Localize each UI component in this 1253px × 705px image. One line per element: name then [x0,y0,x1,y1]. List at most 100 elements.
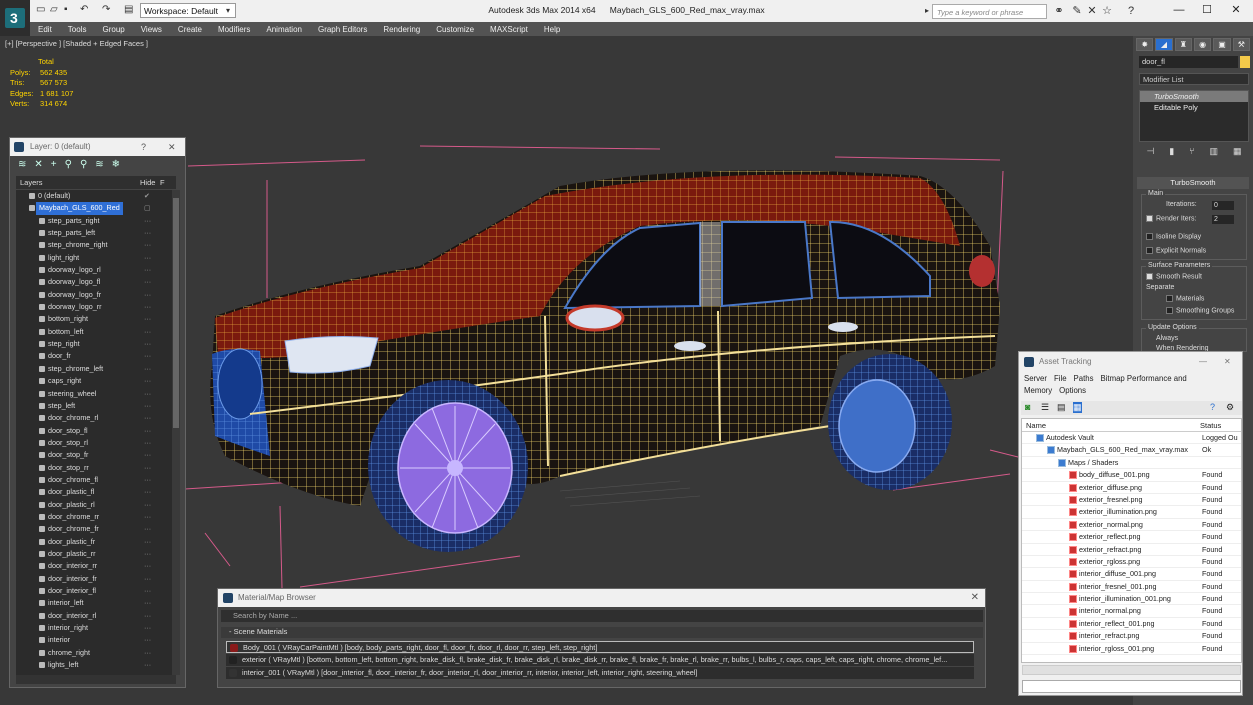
asset-row[interactable]: interior_fresnel_001.png Found [1022,581,1241,594]
layer-horizontal-scrollbar[interactable] [16,675,176,684]
hide-toggle-icon[interactable]: ··· [144,523,151,535]
scene-materials-category[interactable]: - Scene Materials [221,627,983,638]
layer-object-row[interactable]: doorway_logo_rl ··· [16,264,172,276]
hide-all-icon[interactable]: ≋ [95,159,103,171]
object-name-field[interactable]: door_fl [1139,56,1238,68]
rollout-turbosmooth[interactable]: TurboSmooth [1137,177,1249,189]
menu-animation[interactable]: Animation [258,25,310,34]
minimize-button[interactable]: — [1165,2,1193,18]
asset-minimize-button[interactable]: — [1199,352,1207,371]
layer-object-row[interactable]: door_chrome_rr ··· [16,511,172,523]
column-status[interactable]: Status [1200,421,1221,430]
save-file-icon[interactable]: ▪ [64,4,68,18]
hide-toggle-icon[interactable]: ··· [144,326,151,338]
menu-modifiers[interactable]: Modifiers [210,25,258,34]
asset-menu-bitmap-performance-and-memory[interactable]: Bitmap Performance and Memory [1024,374,1187,395]
layer-row[interactable]: Maybach_GLS_600_Red ▢ [16,202,172,215]
layer-close-button[interactable]: ✕ [168,138,176,156]
layer-scroll-thumb[interactable] [173,198,179,428]
layer-object-row[interactable]: doorway_logo_fl ··· [16,276,172,288]
delete-layer-icon[interactable]: ✕ [34,159,42,171]
menu-help[interactable]: Help [536,25,568,34]
make-unique-icon[interactable]: ⑂ [1189,146,1194,160]
chevron-down-icon[interactable]: ▾ [226,6,230,20]
detail-view-icon[interactable]: ▤ [1057,402,1066,413]
always-radio[interactable]: Always [1156,335,1178,342]
layer-object-row[interactable]: door_interior_rr ··· [16,560,172,572]
material-row[interactable]: Body_001 ( VRayCarPaintMtl ) [body, body… [226,641,974,653]
hierarchy-tab-icon[interactable]: ♜ [1174,38,1192,51]
hide-toggle-icon[interactable]: ··· [144,437,151,449]
layer-object-row[interactable]: door_chrome_fr ··· [16,523,172,535]
material-row[interactable]: exterior ( VRayMtl ) [bottom, bottom_lef… [226,654,974,666]
layer-object-row[interactable]: chrome_right ··· [16,647,172,659]
menu-rendering[interactable]: Rendering [375,25,428,34]
viewport-label[interactable]: [+] [Perspective ] [Shaded + Edged Faces… [5,39,148,48]
hide-toggle-icon[interactable]: ··· [144,659,151,671]
help-button[interactable]: ? [141,138,146,156]
material-row[interactable]: interior_001 ( VRayMtl ) [door_interior_… [226,667,974,679]
asset-row[interactable]: interior_illumination_001.png Found [1022,593,1241,606]
layer-object-row[interactable]: door_interior_rl ··· [16,610,172,622]
layer-object-row[interactable]: door_stop_rr ··· [16,462,172,474]
hide-toggle-icon[interactable]: ··· [144,338,151,350]
hide-toggle-icon[interactable]: ··· [144,301,151,313]
layer-object-row[interactable]: door_chrome_rl ··· [16,412,172,424]
layer-object-row[interactable]: step_right ··· [16,338,172,350]
hide-toggle-icon[interactable]: ··· [144,560,151,572]
configure-sets-icon[interactable]: ▦ [1233,146,1242,160]
asset-row[interactable]: exterior_normal.png Found [1022,519,1241,532]
hide-toggle-icon[interactable]: ··· [144,548,151,560]
undo-icon[interactable]: ↶ [80,4,88,18]
asset-row[interactable]: exterior_fresnel.png Found [1022,494,1241,507]
asset-row[interactable]: exterior_refract.png Found [1022,544,1241,556]
hide-toggle-icon[interactable]: ··· [144,573,151,585]
asset-row[interactable]: exterior_illumination.png Found [1022,506,1241,519]
highlight-layer-icon[interactable]: ⚲ [80,159,87,171]
asset-menu-file[interactable]: File [1054,374,1067,383]
layer-object-row[interactable]: door_plastic_rr ··· [16,548,172,560]
layer-object-row[interactable]: step_chrome_right ··· [16,239,172,251]
layer-object-row[interactable]: door_stop_rl ··· [16,437,172,449]
layer-object-row[interactable]: bottom_left ··· [16,326,172,338]
hide-toggle-icon[interactable]: ··· [144,252,151,264]
layer-object-row[interactable]: light_right ··· [16,252,172,264]
explicit-normals-checkbox[interactable] [1146,247,1153,254]
hide-toggle-icon[interactable]: ··· [144,313,151,325]
maximize-button[interactable]: ☐ [1193,2,1221,18]
menu-create[interactable]: Create [170,25,210,34]
column-layers[interactable]: Layers [16,178,136,187]
open-file-icon[interactable]: ▱ [50,4,58,18]
asset-row[interactable]: Maybach_GLS_600_Red_max_vray.max Ok [1022,444,1241,457]
search-input[interactable]: Type a keyword or phrase [932,4,1047,19]
column-name[interactable]: Name [1022,421,1200,430]
workspace-dropdown[interactable]: Workspace: Default [140,3,236,18]
layer-row[interactable]: 0 (default) ✔ [16,190,172,202]
layer-object-row[interactable]: interior ··· [16,634,172,646]
hide-toggle-icon[interactable]: ··· [144,647,151,659]
asset-horizontal-scrollbar[interactable] [1022,665,1241,675]
hide-toggle-icon[interactable]: ··· [144,474,151,486]
app-logo[interactable]: 3 [0,0,30,36]
hide-toggle-icon[interactable]: ··· [144,610,151,622]
modifier-list-dropdown[interactable]: Modifier List [1139,73,1249,85]
layer-object-row[interactable]: interior_right ··· [16,622,172,634]
layer-object-row[interactable]: door_interior_fl ··· [16,585,172,597]
isoline-checkbox[interactable] [1146,233,1153,240]
create-tab-icon[interactable]: ✸ [1136,38,1154,51]
hide-toggle-icon[interactable]: ▢ [144,202,151,214]
add-to-layer-icon[interactable]: + [51,159,57,171]
asset-row[interactable]: exterior_rgloss.png Found [1022,556,1241,569]
tools-icon[interactable]: ✎ [1070,4,1084,18]
display-tab-icon[interactable]: ▣ [1213,38,1231,51]
hide-toggle-icon[interactable]: ··· [144,375,151,387]
hide-toggle-icon[interactable]: ··· [144,449,151,461]
layer-object-row[interactable]: bottom_right ··· [16,313,172,325]
checkmark-icon[interactable]: ✔ [144,190,150,202]
asset-row[interactable]: exterior_diffuse.png Found [1022,482,1241,494]
iterations-spinner[interactable]: 0 [1212,201,1234,210]
layer-object-row[interactable]: door_chrome_fl ··· [16,474,172,486]
new-file-icon[interactable]: ▭ [36,4,45,18]
menu-tools[interactable]: Tools [60,25,95,34]
layer-object-row[interactable]: door_fr ··· [16,350,172,362]
